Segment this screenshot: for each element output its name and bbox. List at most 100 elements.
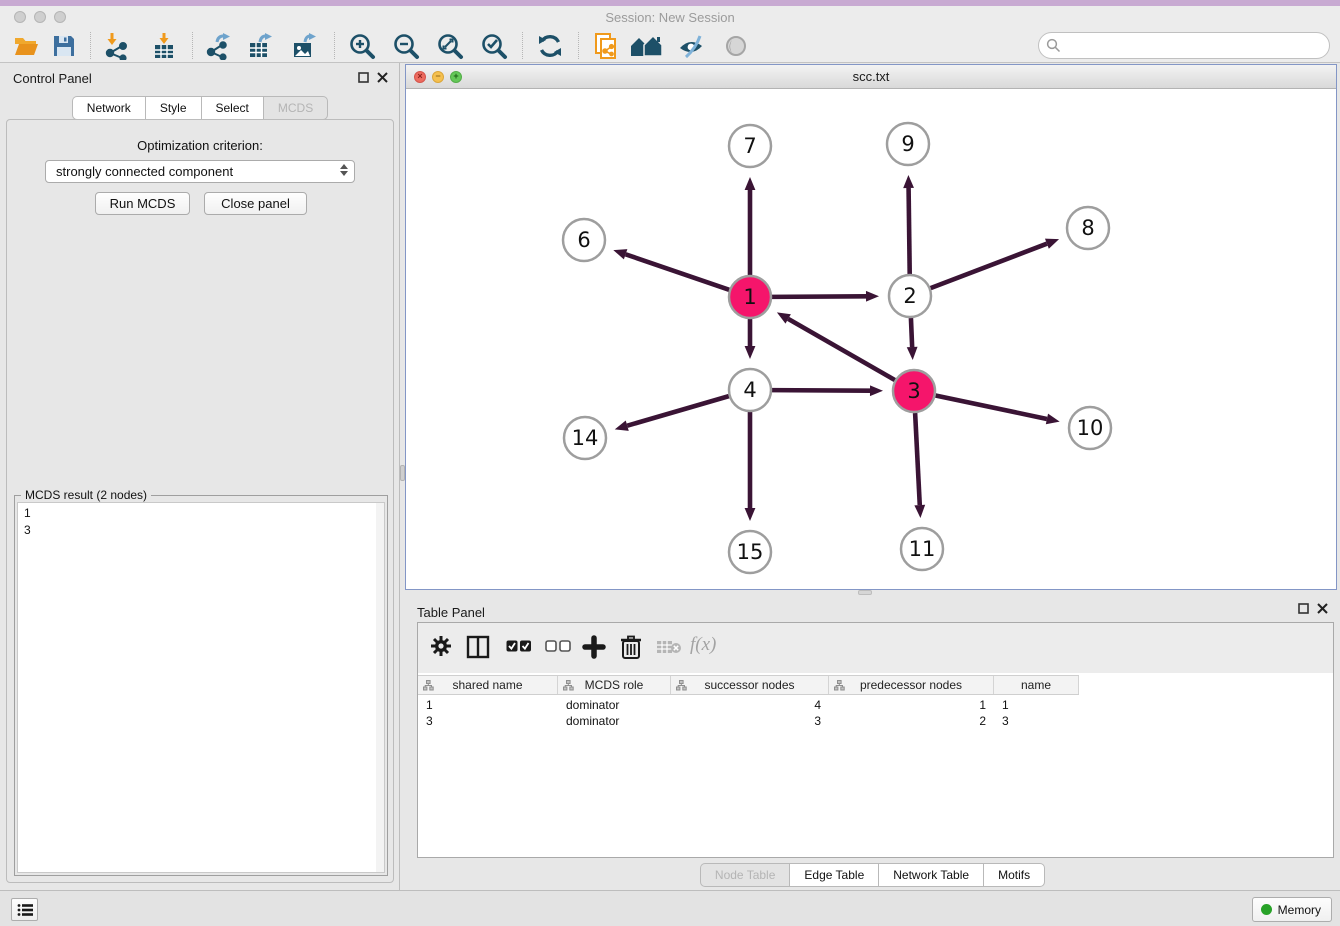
zoom-in-icon[interactable] <box>348 32 376 60</box>
tab-network[interactable]: Network <box>72 96 145 120</box>
svg-text:1: 1 <box>743 285 756 309</box>
control-panel-tabs: NetworkStyleSelectMCDS <box>0 96 400 120</box>
apply-layout-icon[interactable] <box>536 32 564 60</box>
edge-2-3[interactable] <box>907 318 918 360</box>
graph-node-3[interactable]: 3 <box>893 370 935 412</box>
table-cell[interactable]: 2 <box>829 713 994 729</box>
reset-view-icon[interactable] <box>630 32 666 60</box>
deselect-all-icon[interactable] <box>545 640 571 658</box>
float-table-panel-icon[interactable] <box>1298 603 1309 614</box>
column-header-predecessor-nodes[interactable]: predecessor nodes <box>829 676 994 694</box>
tab-edge-table[interactable]: Edge Table <box>789 863 878 887</box>
edge-3-1[interactable] <box>777 312 895 380</box>
control-panel-header: Control Panel <box>0 63 400 91</box>
mcds-result-textarea[interactable]: 1 3 <box>17 502 385 873</box>
tab-select[interactable]: Select <box>201 96 263 120</box>
graph-node-11[interactable]: 11 <box>901 528 943 570</box>
svg-text:14: 14 <box>572 426 599 450</box>
close-panel-icon[interactable] <box>377 72 388 83</box>
column-header-shared-name[interactable]: shared name <box>418 676 558 694</box>
graph-node-8[interactable]: 8 <box>1067 207 1109 249</box>
tab-node-table[interactable]: Node Table <box>700 863 790 887</box>
column-header-successor-nodes[interactable]: successor nodes <box>671 676 829 694</box>
search-input[interactable] <box>1038 32 1330 59</box>
memory-button[interactable]: Memory <box>1252 897 1332 922</box>
table-toolbar: f(x) <box>418 623 1333 673</box>
zoom-out-icon[interactable] <box>392 32 420 60</box>
svg-text:10: 10 <box>1077 416 1104 440</box>
table-cell[interactable]: 3 <box>994 713 1079 729</box>
svg-text:7: 7 <box>743 134 756 158</box>
table-cell[interactable]: 1 <box>829 697 994 713</box>
edge-2-9[interactable] <box>903 175 914 274</box>
edge-1-2[interactable] <box>772 291 879 302</box>
zoom-selected-icon[interactable] <box>480 32 508 60</box>
graph-node-14[interactable]: 14 <box>564 417 606 459</box>
zoom-fit-icon[interactable] <box>436 32 464 60</box>
edge-4-15[interactable] <box>745 412 756 521</box>
import-network-icon[interactable] <box>102 32 130 60</box>
edge-1-6[interactable] <box>613 249 729 290</box>
tab-style[interactable]: Style <box>145 96 201 120</box>
column-header-mcds-role[interactable]: MCDS role <box>558 676 671 694</box>
clone-network-icon[interactable] <box>592 32 620 60</box>
graph-node-10[interactable]: 10 <box>1069 407 1111 449</box>
graph-node-15[interactable]: 15 <box>729 531 771 573</box>
select-all-icon[interactable] <box>506 640 532 658</box>
network-canvas[interactable]: 7 9 6 8 1 2 4 3 14 10 15 11 <box>406 89 1336 589</box>
graph-node-7[interactable]: 7 <box>729 125 771 167</box>
table-row[interactable]: 1dominator411 <box>418 697 1333 713</box>
table-body: 1dominator4113dominator323 <box>418 697 1333 729</box>
table-cell[interactable]: 1 <box>994 697 1079 713</box>
graph-node-4[interactable]: 4 <box>729 369 771 411</box>
table-cell[interactable]: dominator <box>558 713 671 729</box>
export-table-icon[interactable] <box>246 32 274 60</box>
graph-node-9[interactable]: 9 <box>887 123 929 165</box>
edge-4-3[interactable] <box>772 385 883 396</box>
network-window-titlebar: × − + scc.txt <box>406 65 1336 89</box>
edge-1-7[interactable] <box>745 177 756 275</box>
criterion-dropdown[interactable]: strongly connected component <box>45 160 355 183</box>
column-label: predecessor nodes <box>860 678 962 692</box>
graph-node-6[interactable]: 6 <box>563 219 605 261</box>
table-row[interactable]: 3dominator323 <box>418 713 1333 729</box>
table-cell[interactable]: 3 <box>671 713 829 729</box>
node-table-container: f(x) shared nameMCDS rolesuccessor nodes… <box>417 622 1334 858</box>
open-file-icon[interactable] <box>12 32 40 60</box>
close-table-panel-icon[interactable] <box>1317 603 1328 614</box>
edge-3-11[interactable] <box>914 413 925 518</box>
column-header-name[interactable]: name <box>994 676 1079 694</box>
graph-node-1[interactable]: 1 <box>729 276 771 318</box>
svg-text:8: 8 <box>1081 216 1094 240</box>
export-network-icon[interactable] <box>204 32 232 60</box>
edge-1-4[interactable] <box>745 319 756 359</box>
import-table-icon[interactable] <box>150 32 178 60</box>
edge-4-14[interactable] <box>615 396 729 431</box>
table-cell[interactable]: dominator <box>558 697 671 713</box>
result-scrollbar[interactable] <box>376 503 384 872</box>
table-cell[interactable]: 3 <box>418 713 558 729</box>
edge-3-10[interactable] <box>936 396 1060 425</box>
tab-mcds[interactable]: MCDS <box>263 96 328 120</box>
save-session-icon[interactable] <box>50 32 78 60</box>
float-panel-icon[interactable] <box>358 72 369 83</box>
split-panel-icon[interactable] <box>466 635 490 664</box>
tab-motifs[interactable]: Motifs <box>983 863 1045 887</box>
tab-network-table[interactable]: Network Table <box>878 863 983 887</box>
task-history-button[interactable] <box>11 898 38 921</box>
close-panel-button[interactable]: Close panel <box>204 192 307 215</box>
horizontal-splitter-grip[interactable] <box>858 590 872 595</box>
delete-column-trash-icon[interactable] <box>620 635 642 664</box>
gear-icon[interactable] <box>430 635 452 662</box>
table-cell[interactable]: 1 <box>418 697 558 713</box>
svg-text:9: 9 <box>901 132 914 156</box>
edge-2-8[interactable] <box>931 239 1059 288</box>
export-image-icon[interactable] <box>290 32 318 60</box>
hide-selected-eye-icon[interactable] <box>676 32 708 60</box>
graph-node-2[interactable]: 2 <box>889 275 931 317</box>
add-column-icon[interactable] <box>582 635 606 664</box>
run-mcds-button[interactable]: Run MCDS <box>95 192 190 215</box>
mcds-panel: Optimization criterion: strongly connect… <box>6 119 394 883</box>
destroy-table-icon <box>656 639 682 660</box>
table-cell[interactable]: 4 <box>671 697 829 713</box>
